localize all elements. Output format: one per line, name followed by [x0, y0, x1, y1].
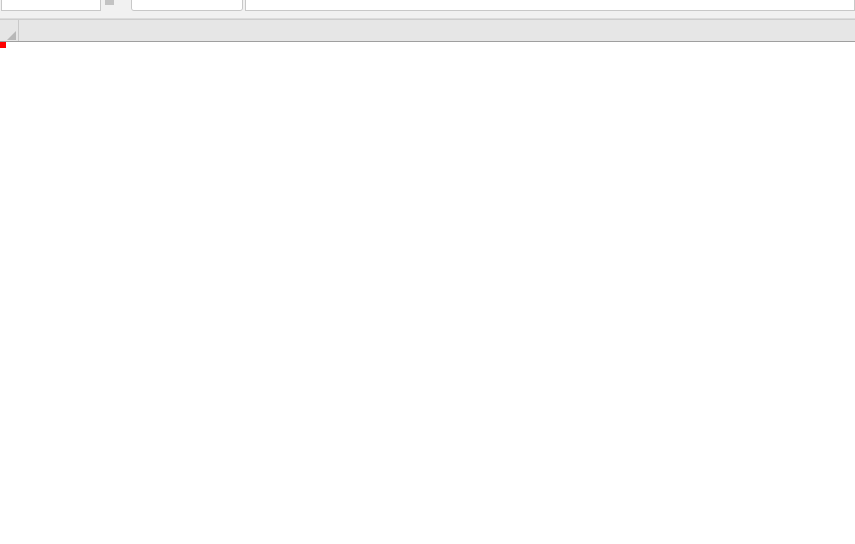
- formula-buttons: [131, 0, 243, 11]
- formula-bar-drag-handle[interactable]: [105, 0, 114, 5]
- select-all-triangle-icon: [7, 31, 16, 40]
- sheet-grid: [0, 42, 855, 544]
- spreadsheet-app: [0, 0, 855, 544]
- name-box[interactable]: [1, 0, 101, 11]
- formula-bar: [0, 0, 855, 19]
- select-all-button[interactable]: [0, 20, 19, 42]
- column-header-strip: [0, 19, 855, 42]
- formula-input[interactable]: [245, 0, 855, 11]
- annotation-rectangle[interactable]: [0, 42, 6, 48]
